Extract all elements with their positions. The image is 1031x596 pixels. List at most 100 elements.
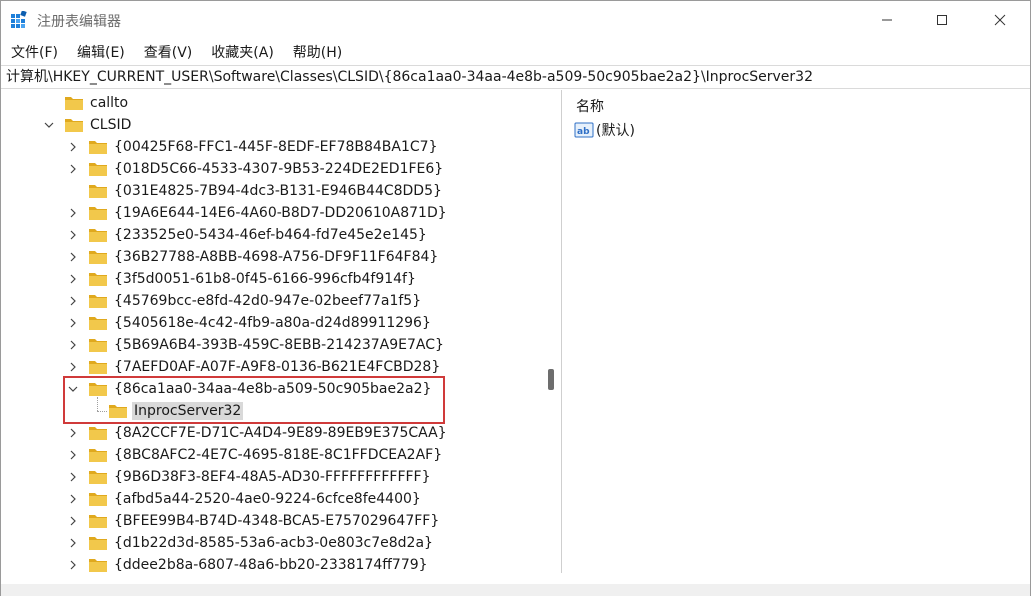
tree-node-label: {BFEE99B4-B74D-4348-BCA5-E757029647FF}: [114, 513, 440, 529]
tree-node[interactable]: {031E4825-7B94-4dc3-B131-E946B44C8DD5}: [67, 180, 444, 202]
chevron-right-icon[interactable]: [67, 427, 79, 439]
chevron-right-icon[interactable]: [67, 251, 79, 263]
maximize-icon: [937, 15, 947, 25]
tree-node-label: {9B6D38F3-8EF4-48A5-AD30-FFFFFFFFFFFF}: [114, 469, 431, 485]
chevron-right-icon[interactable]: [67, 163, 79, 175]
close-button[interactable]: [972, 1, 1028, 39]
folder-icon: [88, 513, 108, 529]
tree-node[interactable]: {19A6E644-14E6-4A60-B8D7-DD20610A871D}: [67, 202, 449, 224]
folder-icon: [88, 227, 108, 243]
chevron-right-icon[interactable]: [67, 317, 79, 329]
tree-vertical-scrollbar[interactable]: [545, 90, 560, 573]
registry-key-tree[interactable]: callto CLSID {00425F68-FFC1-445F-8EDF-EF78…: [5, 90, 562, 573]
tree-node-label: {3f5d0051-61b8-0f45-6166-996cfb4f914f}: [114, 271, 416, 287]
menu-favorites[interactable]: 收藏夹(A): [211, 42, 274, 62]
tree-node-label: {7AEFD0AF-A07F-A9F8-0136-B621E4FCBD28}: [114, 359, 441, 375]
folder-icon: [88, 271, 108, 287]
tree-node-label: {afbd5a44-2520-4ae0-9224-6cfce8fe4400}: [114, 491, 421, 507]
registry-editor-window: 注册表编辑器 文件(F) 编辑(E) 查看(V) 收藏夹(A) 帮助(H) 计算…: [0, 0, 1031, 596]
folder-icon: [88, 161, 108, 177]
chevron-right-icon[interactable]: [67, 273, 79, 285]
folder-icon: [88, 139, 108, 155]
chevron-right-icon[interactable]: [67, 339, 79, 351]
folder-icon: [88, 557, 108, 573]
tree-node-label: {d1b22d3d-8585-53a6-acb3-0e803c7e8d2a}: [114, 535, 433, 551]
tree-node[interactable]: {5B69A6B4-393B-459C-8EBB-214237A9E7AC}: [67, 334, 446, 356]
maximize-button[interactable]: [914, 1, 970, 39]
tree-node[interactable]: {5405618e-4c42-4fb9-a80a-d24d89911296}: [67, 312, 433, 334]
tree-node-label: {031E4825-7B94-4dc3-B131-E946B44C8DD5}: [114, 183, 442, 199]
menu-view[interactable]: 查看(V): [144, 42, 193, 62]
minimize-button[interactable]: [859, 1, 915, 39]
chevron-right-icon[interactable]: [67, 449, 79, 461]
tree-node[interactable]: {45769bcc-e8fd-42d0-947e-02beef77a1f5}: [67, 290, 423, 312]
menu-file[interactable]: 文件(F): [11, 42, 58, 62]
chevron-right-icon[interactable]: [67, 559, 79, 571]
menu-bar: 文件(F) 编辑(E) 查看(V) 收藏夹(A) 帮助(H): [1, 39, 1030, 64]
folder-icon: [88, 205, 108, 221]
folder-icon: [88, 293, 108, 309]
tree-node-label: {5405618e-4c42-4fb9-a80a-d24d89911296}: [114, 315, 431, 331]
chevron-right-icon[interactable]: [67, 295, 79, 307]
tree-node-label: {8BC8AFC2-4E7C-4695-818E-8C1FFDCEA2AF}: [114, 447, 443, 463]
menu-edit[interactable]: 编辑(E): [77, 42, 125, 62]
value-row-default[interactable]: ab (默认): [574, 120, 635, 140]
tree-node-label: {00425F68-FFC1-445F-8EDF-EF78B84BA1C7}: [114, 139, 438, 155]
tree-node[interactable]: {8A2CCF7E-D71C-A4D4-9E89-89EB9E375CAA}: [67, 422, 449, 444]
tree-vertical-scroll-thumb[interactable]: [548, 369, 554, 390]
title-bar[interactable]: 注册表编辑器: [1, 1, 1030, 39]
annotation-highlight-box: [63, 376, 445, 424]
chevron-right-icon[interactable]: [67, 471, 79, 483]
folder-icon: [88, 249, 108, 265]
tree-node-label: {8A2CCF7E-D71C-A4D4-9E89-89EB9E375CAA}: [114, 425, 447, 441]
chevron-down-icon[interactable]: [43, 119, 55, 131]
registry-editor-app-icon: [11, 11, 27, 28]
address-bar[interactable]: 计算机\HKEY_CURRENT_USER\Software\Classes\C…: [1, 65, 1030, 89]
string-value-icon: ab: [574, 122, 594, 138]
value-name-default: (默认): [596, 123, 635, 139]
status-strip: [1, 584, 1030, 596]
tree-node[interactable]: {3f5d0051-61b8-0f45-6166-996cfb4f914f}: [67, 268, 418, 290]
tree-node[interactable]: {7AEFD0AF-A07F-A9F8-0136-B621E4FCBD28}: [67, 356, 442, 378]
chevron-right-icon[interactable]: [67, 207, 79, 219]
folder-icon: [88, 337, 108, 353]
registry-values-list[interactable]: 名称 ab (默认): [568, 90, 1030, 573]
column-header-name[interactable]: 名称: [576, 96, 604, 116]
tree-node[interactable]: {ddee2b8a-6807-48a6-bb20-2338174ff779}: [67, 554, 430, 573]
tree-node[interactable]: {233525e0-5434-46ef-b464-fd7e45e2e145}: [67, 224, 429, 246]
tree-node-label: callto: [90, 95, 129, 111]
folder-icon: [88, 447, 108, 463]
tree-node[interactable]: {00425F68-FFC1-445F-8EDF-EF78B84BA1C7}: [67, 136, 439, 158]
chevron-right-icon[interactable]: [67, 229, 79, 241]
chevron-right-icon[interactable]: [67, 537, 79, 549]
tree-node-label: {36B27788-A8BB-4698-A756-DF9F11F64F84}: [114, 249, 439, 265]
menu-help[interactable]: 帮助(H): [293, 42, 342, 62]
folder-icon: [88, 425, 108, 441]
tree-node-label: {19A6E644-14E6-4A60-B8D7-DD20610A871D}: [114, 205, 447, 221]
tree-node[interactable]: CLSID: [43, 114, 133, 136]
tree-node-label: {ddee2b8a-6807-48a6-bb20-2338174ff779}: [114, 557, 428, 573]
chevron-right-icon[interactable]: [67, 141, 79, 153]
tree-node-label: CLSID: [90, 117, 132, 133]
chevron-right-icon[interactable]: [67, 361, 79, 373]
tree-node[interactable]: {9B6D38F3-8EF4-48A5-AD30-FFFFFFFFFFFF}: [67, 466, 433, 488]
folder-icon: [88, 535, 108, 551]
folder-icon: [64, 117, 84, 133]
svg-text:ab: ab: [577, 127, 590, 137]
chevron-right-icon[interactable]: [67, 515, 79, 527]
tree-node[interactable]: {d1b22d3d-8585-53a6-acb3-0e803c7e8d2a}: [67, 532, 435, 554]
tree-node[interactable]: {36B27788-A8BB-4698-A756-DF9F11F64F84}: [67, 246, 440, 268]
tree-node[interactable]: {afbd5a44-2520-4ae0-9224-6cfce8fe4400}: [67, 488, 423, 510]
folder-icon: [88, 491, 108, 507]
folder-icon: [88, 359, 108, 375]
chevron-right-icon[interactable]: [67, 493, 79, 505]
folder-icon: [88, 183, 108, 199]
minimize-icon: [882, 19, 892, 21]
tree-node[interactable]: {BFEE99B4-B74D-4348-BCA5-E757029647FF}: [67, 510, 441, 532]
tree-node[interactable]: callto: [43, 92, 130, 114]
tree-node[interactable]: {8BC8AFC2-4E7C-4695-818E-8C1FFDCEA2AF}: [67, 444, 444, 466]
folder-icon: [88, 469, 108, 485]
tree-node[interactable]: {018D5C66-4533-4307-9B53-224DE2ED1FE6}: [67, 158, 445, 180]
